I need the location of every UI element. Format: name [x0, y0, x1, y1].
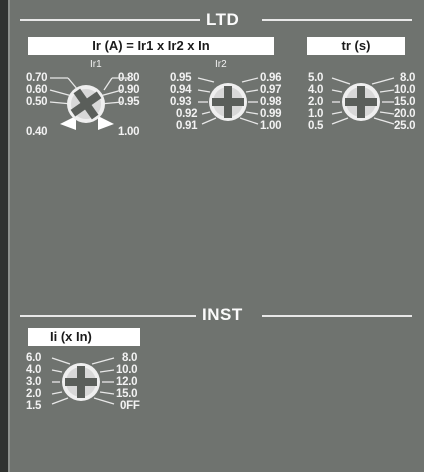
ii-value: 12.0	[116, 376, 138, 388]
ltd-section-title: LTD	[200, 10, 246, 30]
tr-rotary-switch[interactable]	[328, 72, 395, 132]
ir2-value: 0.95	[170, 72, 192, 84]
ii-value: 3.0	[26, 376, 42, 388]
trip-unit-settings-panel: LTD Ir (A) = Ir1 x Ir2 x In tr (s) Ir1 0…	[8, 0, 424, 472]
tr-value: 20.0	[394, 108, 416, 120]
tr-value: 10.0	[394, 84, 416, 96]
ii-label: Ii (x In)	[28, 328, 140, 346]
ii-rotary-switch[interactable]	[48, 352, 115, 412]
ir2-rotary-switch[interactable]	[197, 72, 259, 132]
ir1-value: 0.70	[26, 72, 48, 84]
ir2-value: 0.92	[176, 108, 198, 120]
inst-divider-right	[262, 315, 412, 317]
ir1-value: 1.00	[118, 126, 140, 138]
ir-formula-label: Ir (A) = Ir1 x Ir2 x In	[28, 37, 274, 55]
ir1-value: 0.60	[26, 84, 48, 96]
ir2-value: 0.94	[170, 84, 192, 96]
ir2-dial-name: Ir2	[215, 59, 227, 70]
ir2-value: 1.00	[260, 120, 282, 132]
inst-section-title: INST	[196, 305, 249, 325]
tr-value: 8.0	[400, 72, 416, 84]
tr-value: 2.0	[308, 96, 324, 108]
ii-value: 0FF	[120, 400, 140, 412]
ir1-value: 0.50	[26, 96, 48, 108]
ir1-dial-name: Ir1	[90, 59, 102, 70]
tr-value: 0.5	[308, 120, 324, 132]
ii-value: 15.0	[116, 388, 138, 400]
ii-value: 4.0	[26, 364, 42, 376]
ii-value: 2.0	[26, 388, 42, 400]
ii-value: 10.0	[116, 364, 138, 376]
ir2-value: 0.99	[260, 108, 282, 120]
ir1-value: 0.40	[26, 126, 48, 138]
tr-value: 4.0	[308, 84, 324, 96]
tr-value: 5.0	[308, 72, 324, 84]
ir2-value: 0.93	[170, 96, 192, 108]
ir2-value: 0.96	[260, 72, 282, 84]
ltd-divider-left	[20, 19, 200, 21]
ir1-rotary-switch[interactable]	[49, 72, 130, 138]
tr-value: 25.0	[394, 120, 416, 132]
ir2-value: 0.97	[260, 84, 282, 96]
tr-label: tr (s)	[307, 37, 405, 55]
ir2-value: 0.98	[260, 96, 282, 108]
ir2-value: 0.91	[176, 120, 198, 132]
tr-value: 15.0	[394, 96, 416, 108]
inst-divider-left	[20, 315, 198, 317]
ii-value: 1.5	[26, 400, 42, 412]
ii-value: 6.0	[26, 352, 42, 364]
ltd-divider-right	[262, 19, 412, 21]
ii-value: 8.0	[122, 352, 138, 364]
tr-value: 1.0	[308, 108, 324, 120]
